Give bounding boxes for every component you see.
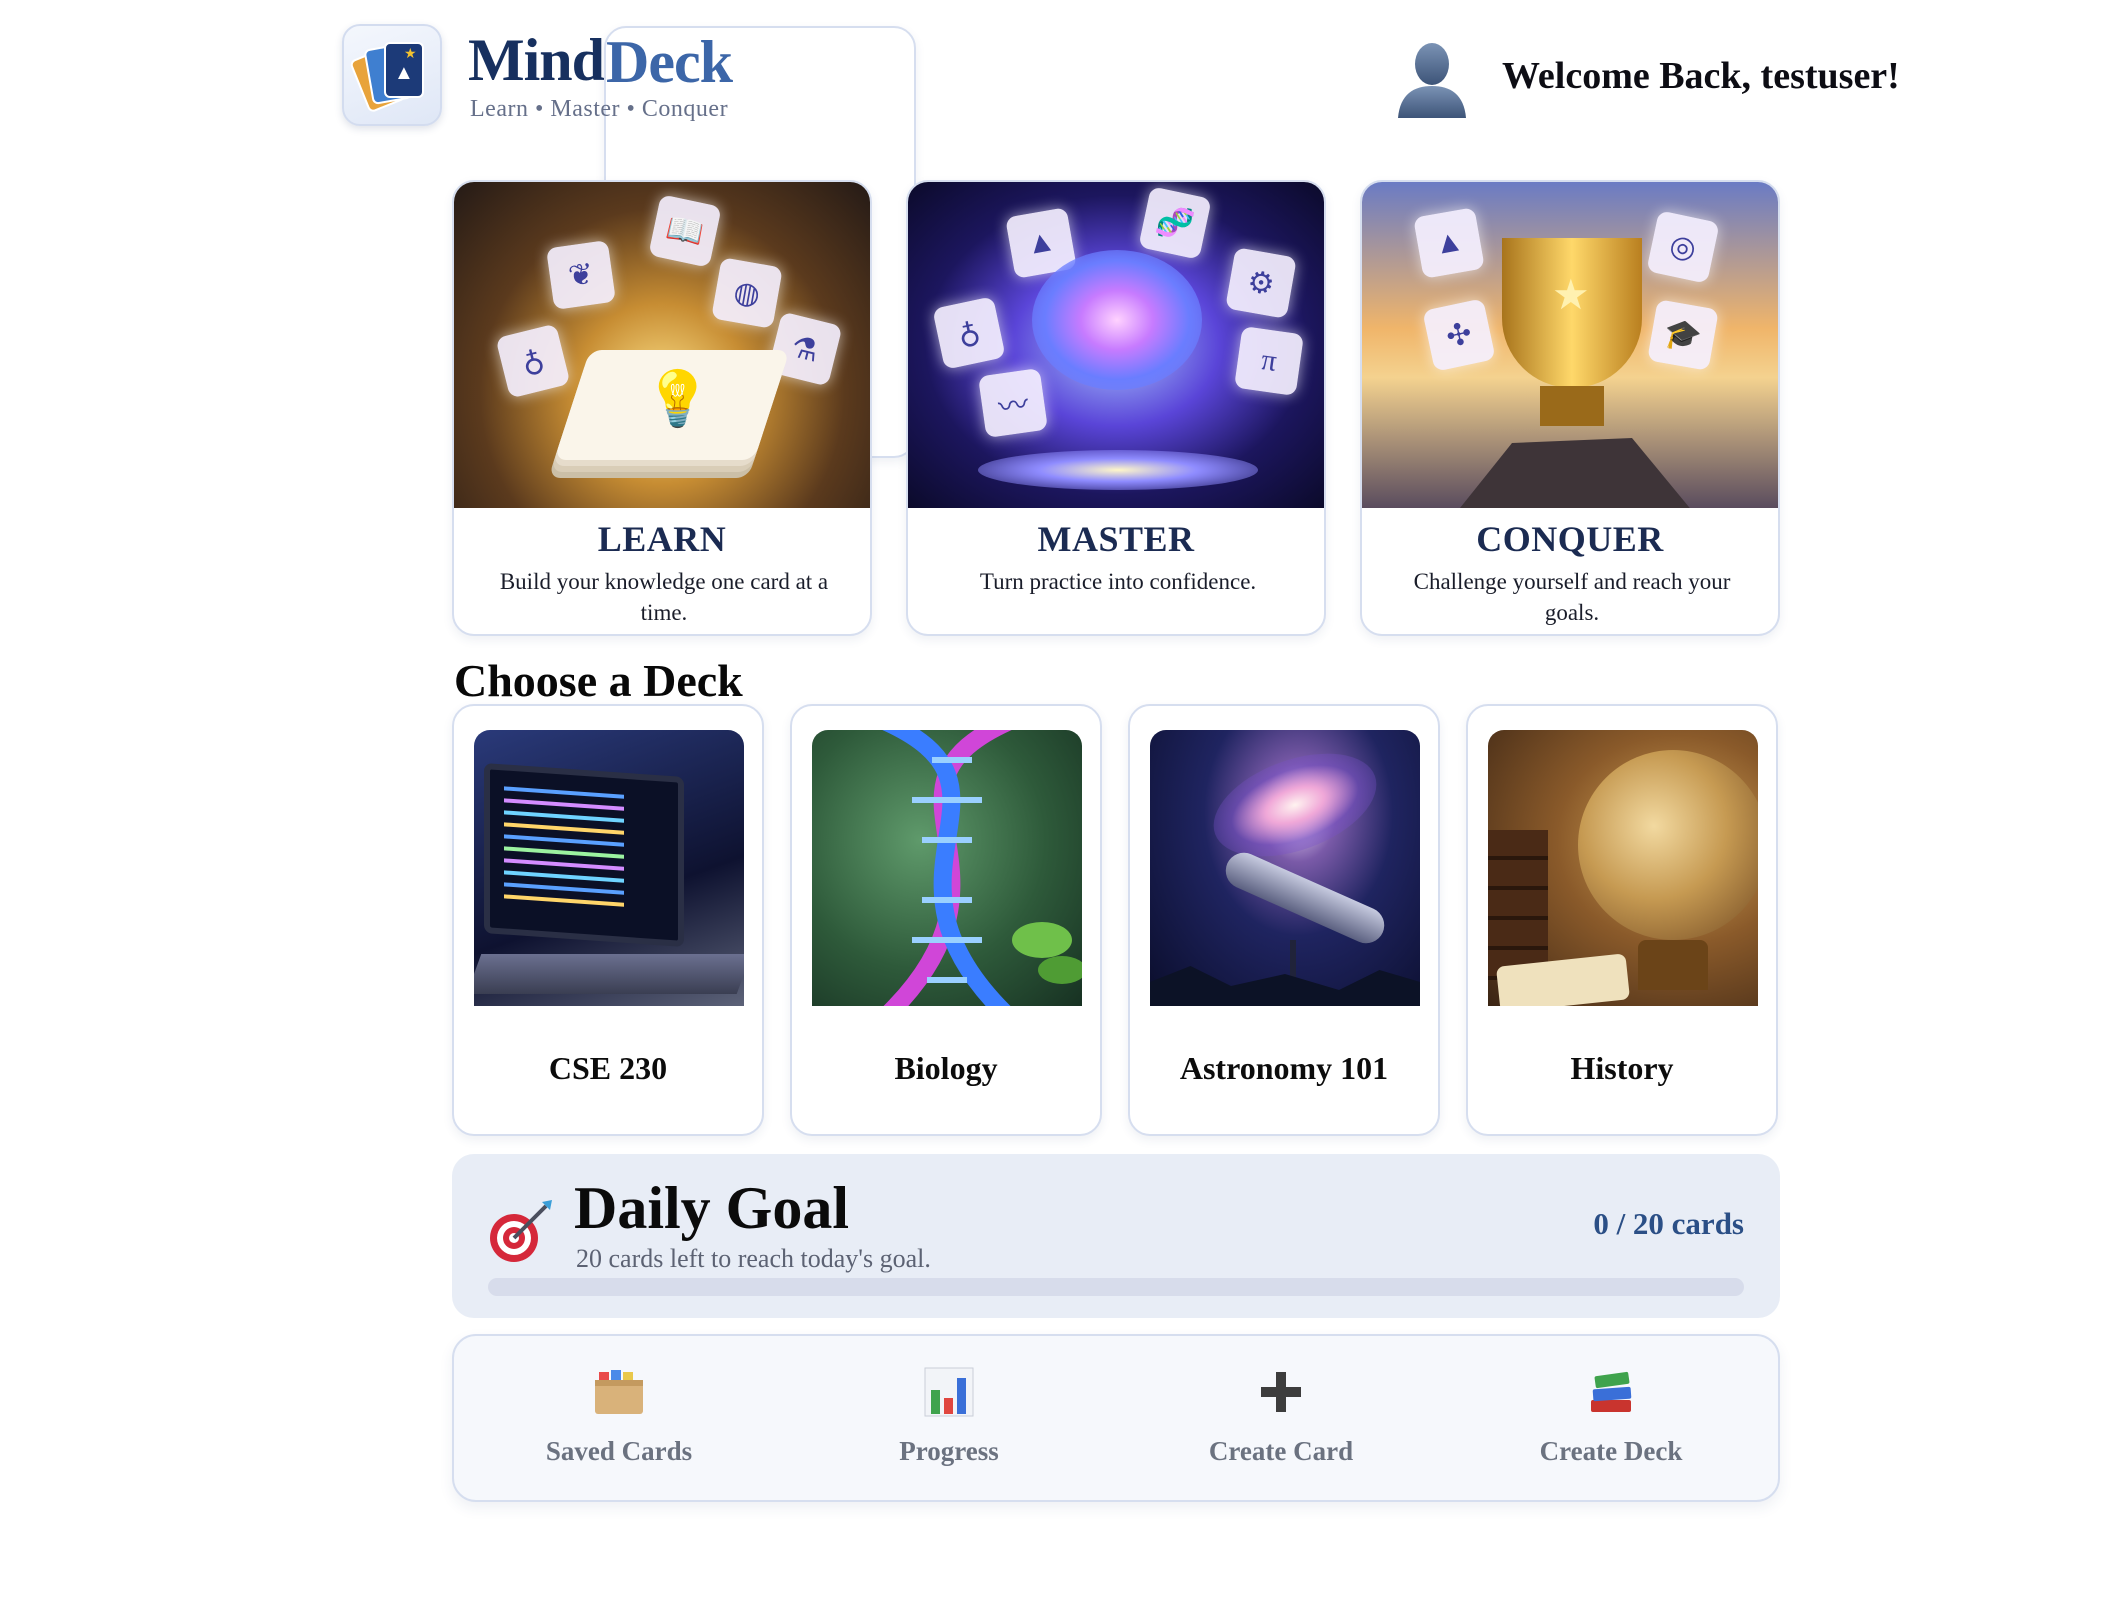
daily-goal-subtitle: 20 cards left to reach today's goal. (576, 1244, 931, 1273)
code-lines (504, 786, 624, 799)
deck-card-biology[interactable]: Biology (790, 704, 1102, 1136)
deck-name: Biology (894, 1050, 998, 1086)
decks-section-title: Choose a Deck (454, 655, 743, 706)
laptop-keyboard (474, 954, 744, 994)
trophy-base (1540, 386, 1604, 426)
target-icon (488, 1198, 554, 1264)
feature-title: MASTER (1037, 519, 1195, 559)
deck-card-cse-230[interactable]: CSE 230 (452, 704, 764, 1136)
deck-name: History (1570, 1050, 1674, 1086)
feature-card-master: ▲ 🧬 ⚙ ♁ π 〰 MASTER Turn practice into co… (906, 180, 1326, 636)
mountain-icon: ▲ (1413, 207, 1485, 279)
planet-icon: ♁ (932, 296, 1006, 370)
nav-label: Saved Cards (545, 1436, 693, 1466)
lightbulb-icon: 💡 (644, 369, 712, 429)
learn-illustration: ❦ 📖 ◍ ♁ ⚗ 💡 (454, 182, 870, 508)
book-icon: 📖 (648, 194, 722, 268)
deck-card-astronomy-101[interactable]: Astronomy 101 (1128, 704, 1440, 1136)
brand-name: Mind Deck (468, 26, 917, 458)
feature-title: LEARN (597, 519, 727, 559)
dna-helix-image (812, 730, 1082, 1006)
rock-peak (1452, 438, 1698, 508)
globe-icon: ◍ (711, 257, 783, 329)
telescope-galaxy-image (1150, 730, 1420, 1006)
graduation-cap-icon: 🎓 (1647, 299, 1719, 371)
nav-label: Create Deck (1539, 1436, 1683, 1466)
nav-saved-cards[interactable]: Saved Cards (454, 1336, 784, 1500)
daily-goal-panel: Daily Goal 20 cards left to reach today'… (452, 1154, 1780, 1318)
gear-icon: ⚙ (1225, 247, 1297, 319)
bar-chart-icon (923, 1366, 975, 1418)
laptop-code-image (474, 730, 744, 1006)
pi-icon: π (1233, 325, 1305, 397)
daily-goal-count: 0 / 20 cards (1593, 1206, 1744, 1241)
book-stack-icon (1488, 830, 1548, 980)
star-icon: ★ (1552, 273, 1590, 319)
daily-goal-progress-bar (488, 1278, 1744, 1296)
app-header: MindDeck Learn • Master • Conquer Welcom… (342, 24, 1900, 458)
target-icon: ◎ (1646, 210, 1720, 284)
brand-tagline: Learn • Master • Conquer (470, 96, 729, 122)
feature-description: Challenge yourself and reach your goals. (1413, 569, 1731, 625)
nav-label: Create Card (1208, 1436, 1354, 1466)
globe-books-image (1488, 730, 1758, 1006)
planet-icon: ♁ (495, 323, 571, 399)
feature-card-conquer: ▲ ◎ ✣ 🎓 ★ CONQUER Challenge yourself and… (1360, 180, 1780, 636)
books-icon (1585, 1366, 1637, 1418)
deck-card-history[interactable]: History (1466, 704, 1778, 1136)
nav-label: Progress (899, 1436, 999, 1466)
laptop-screen (484, 763, 684, 947)
card-box-icon (593, 1366, 645, 1418)
nav-create-card[interactable]: Create Card (1116, 1336, 1446, 1500)
heartbeat-icon: 〰 (977, 367, 1049, 439)
master-illustration: ▲ 🧬 ⚙ ♁ π 〰 (908, 182, 1324, 508)
welcome-message: Welcome Back, testuser! (1502, 55, 1900, 97)
globe-icon (1578, 750, 1758, 940)
feature-description: Turn practice into confidence. (979, 569, 1257, 594)
compass-icon: ✣ (1422, 298, 1496, 372)
daily-goal-title: Daily Goal (574, 1175, 850, 1241)
deck-name: Astronomy 101 (1179, 1050, 1389, 1086)
feature-title: CONQUER (1476, 519, 1664, 559)
telescope-icon (1220, 846, 1390, 950)
brand-name-part1: Mind (468, 27, 605, 93)
globe-stand (1638, 940, 1708, 990)
deck-grid: CSE 230 Biology Astronomy 101 History (452, 704, 1780, 1136)
user-avatar-icon[interactable] (1394, 38, 1470, 118)
tree-silhouette (1150, 966, 1420, 1006)
dna-helix-icon (882, 730, 1082, 1006)
galaxy-icon (1199, 733, 1391, 877)
nav-progress[interactable]: Progress (784, 1336, 1114, 1500)
dna-icon: 🧬 (1138, 186, 1212, 260)
open-book (978, 450, 1258, 490)
leaf-icon: ❦ (545, 239, 617, 311)
feature-card-learn: ❦ 📖 ◍ ♁ ⚗ 💡 LEARN Build your knowledge o… (452, 180, 872, 636)
logo-card-icon (384, 42, 424, 98)
feature-description: Build your knowledge one card at a time. (499, 569, 829, 625)
plus-icon (1255, 1366, 1307, 1418)
app-logo[interactable] (342, 24, 442, 126)
brain-glow (1032, 250, 1202, 390)
conquer-illustration: ▲ ◎ ✣ 🎓 ★ (1362, 182, 1778, 508)
bottom-nav: Saved Cards Progress Create Card Create … (452, 1334, 1780, 1502)
nav-create-deck[interactable]: Create Deck (1446, 1336, 1776, 1500)
feature-cards: ❦ 📖 ◍ ♁ ⚗ 💡 LEARN Build your knowledge o… (452, 180, 1780, 636)
deck-name: CSE 230 (548, 1050, 668, 1086)
